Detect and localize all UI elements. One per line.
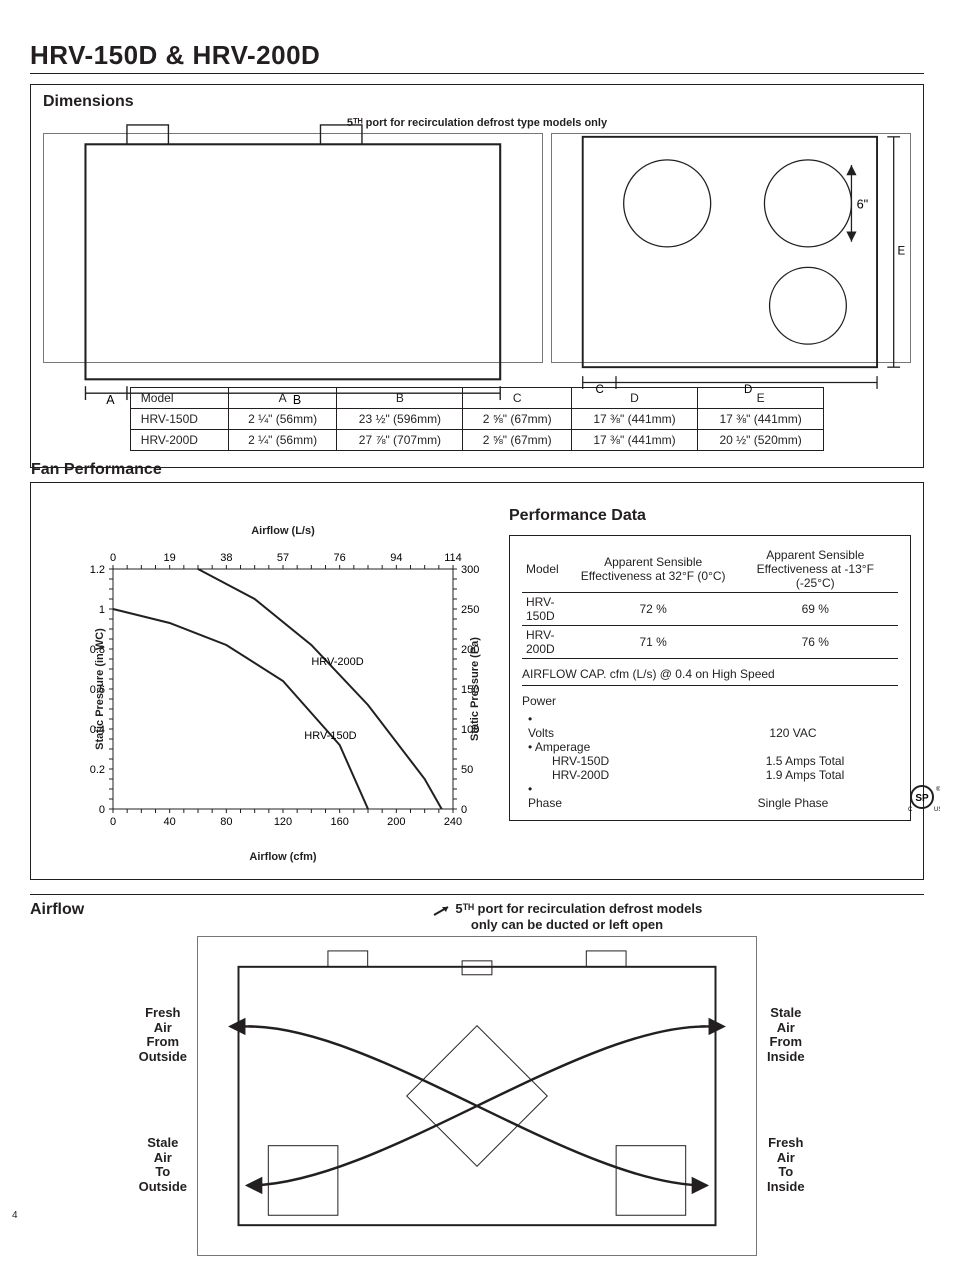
power-heading: Power bbox=[522, 694, 898, 708]
phase-label: Phase bbox=[528, 796, 688, 810]
side-drawing-svg: 6" C D E bbox=[552, 101, 910, 395]
svg-text:40: 40 bbox=[164, 816, 176, 828]
svg-text:240: 240 bbox=[444, 816, 462, 828]
col-eff-32: Apparent Sensible Effectiveness at 32°F … bbox=[574, 546, 733, 593]
table-row: HRV-200D 2 ¼" (56mm) 27 ⅞" (707mm) 2 ⅝" … bbox=[130, 430, 823, 451]
airflow-5th-port-note: 5ᵀᴴ port for recirculation defrost model… bbox=[210, 901, 924, 932]
label-fresh-to-inside: Fresh AirTo Inside bbox=[767, 1136, 805, 1196]
label-fresh-from-outside: Fresh AirFrom Outside bbox=[139, 1006, 187, 1066]
label-stale-to-outside: Stale AirTo Outside bbox=[139, 1136, 187, 1196]
six-inch-annotation: 6" bbox=[856, 196, 868, 211]
svg-text:120: 120 bbox=[274, 816, 292, 828]
svg-text:1.2: 1.2 bbox=[90, 564, 105, 576]
col-eff-13: Apparent Sensible Effectiveness at -13°F… bbox=[733, 546, 898, 593]
svg-text:C: C bbox=[595, 384, 603, 396]
svg-text:US: US bbox=[934, 807, 940, 813]
svg-text:0: 0 bbox=[110, 552, 116, 564]
page-number: 4 bbox=[12, 1210, 18, 1221]
power-block: Power Volts 120 VAC Amperage HRV-150D bbox=[522, 694, 898, 810]
svg-text:SP: SP bbox=[915, 793, 929, 804]
axis-label-left: Static Pressure (in WC) bbox=[94, 628, 106, 750]
airflow-section: Airflow 5ᵀᴴ port for recirculation defro… bbox=[30, 894, 924, 1256]
fan-performance-chart: Airflow (L/s) Static Pressure (in WC) St… bbox=[73, 529, 493, 849]
svg-text:76: 76 bbox=[334, 552, 346, 564]
svg-text:114: 114 bbox=[444, 552, 462, 564]
effectiveness-table: Model Apparent Sensible Effectiveness at… bbox=[522, 546, 898, 659]
amperage-label: Amperage bbox=[535, 740, 590, 754]
svg-text:57: 57 bbox=[277, 552, 289, 564]
col-model: Model bbox=[522, 546, 574, 593]
axis-label-top: Airflow (L/s) bbox=[73, 525, 493, 537]
svg-text:C: C bbox=[908, 807, 913, 813]
label-stale-from-inside: Stale AirFrom Inside bbox=[767, 1006, 805, 1066]
svg-text:E: E bbox=[897, 245, 905, 257]
svg-text:HRV-200D: HRV-200D bbox=[311, 656, 363, 668]
svg-text:0.2: 0.2 bbox=[90, 764, 105, 776]
svg-text:®: ® bbox=[936, 786, 940, 793]
svg-text:0: 0 bbox=[110, 816, 116, 828]
svg-text:200: 200 bbox=[387, 816, 405, 828]
volts-label: Volts bbox=[528, 726, 688, 740]
performance-data-box: Model Apparent Sensible Effectiveness at… bbox=[509, 535, 911, 821]
svg-text:A: A bbox=[106, 393, 115, 407]
dimensions-section: Dimensions 5ᵀᴴ port for recirculation de… bbox=[30, 84, 924, 468]
table-row: HRV-150D 2 ¼" (56mm) 23 ½" (596mm) 2 ⅝" … bbox=[130, 409, 823, 430]
airflow-heading: Airflow bbox=[30, 901, 210, 919]
csa-certification-icon: SP C US ® bbox=[904, 783, 940, 816]
svg-text:0: 0 bbox=[461, 804, 467, 816]
svg-text:250: 250 bbox=[461, 604, 479, 616]
svg-text:HRV-150D: HRV-150D bbox=[304, 730, 356, 742]
svg-text:B: B bbox=[293, 393, 301, 407]
svg-text:38: 38 bbox=[220, 552, 232, 564]
front-elevation-drawing: A B bbox=[43, 133, 543, 363]
volts-value: 120 VAC bbox=[688, 726, 898, 740]
svg-text:160: 160 bbox=[330, 816, 348, 828]
axis-label-bottom: Airflow (cfm) bbox=[73, 851, 493, 863]
airflow-diagram bbox=[197, 936, 757, 1256]
front-drawing-svg: A B bbox=[44, 89, 542, 407]
side-elevation-drawing: 6" C D E bbox=[551, 133, 911, 363]
svg-text:0: 0 bbox=[99, 804, 105, 816]
performance-data-heading: Performance Data bbox=[509, 507, 911, 525]
svg-text:80: 80 bbox=[220, 816, 232, 828]
fan-performance-heading: Fan Performance bbox=[31, 461, 162, 479]
svg-text:300: 300 bbox=[461, 564, 479, 576]
table-row: HRV-150D 72 % 69 % bbox=[522, 593, 898, 626]
phase-value: Single Phase bbox=[688, 796, 898, 810]
arrow-icon bbox=[432, 903, 452, 917]
page-title: HRV-150D & HRV-200D bbox=[30, 40, 924, 74]
svg-text:94: 94 bbox=[390, 552, 402, 564]
svg-text:19: 19 bbox=[164, 552, 176, 564]
axis-label-right: Static Pressure (Pa) bbox=[469, 637, 481, 741]
table-row: HRV-200D 71 % 76 % bbox=[522, 626, 898, 659]
svg-text:D: D bbox=[744, 384, 752, 396]
fan-performance-section: Fan Performance Airflow (L/s) Static Pre… bbox=[30, 482, 924, 880]
airflow-cap-note: AIRFLOW CAP. cfm (L/s) @ 0.4 on High Spe… bbox=[522, 667, 898, 686]
svg-text:50: 50 bbox=[461, 764, 473, 776]
svg-text:1: 1 bbox=[99, 604, 105, 616]
